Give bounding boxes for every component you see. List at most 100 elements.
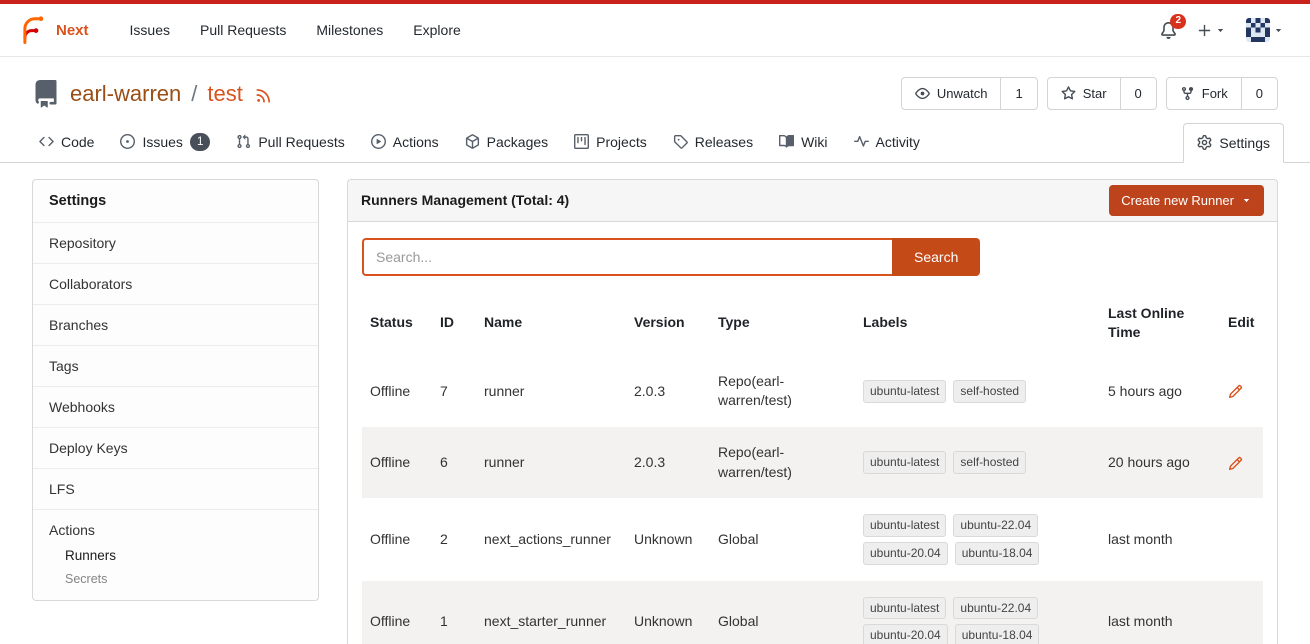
- runner-label-chip: ubuntu-22.04: [953, 514, 1038, 537]
- header-edit: Edit: [1220, 290, 1263, 356]
- sidebar-item-collaborators[interactable]: Collaborators: [33, 263, 318, 304]
- edit-runner-button[interactable]: [1228, 453, 1243, 473]
- tab-wiki[interactable]: Wiki: [766, 122, 840, 162]
- runner-version: 2.0.3: [626, 427, 710, 498]
- tab-activity-label: Activity: [876, 134, 920, 150]
- runner-label-chip: ubuntu-latest: [863, 451, 946, 474]
- tag-icon: [673, 134, 688, 149]
- rss-feed-button[interactable]: [255, 81, 273, 107]
- chevron-down-icon: [1273, 25, 1284, 36]
- runner-id: 7: [432, 356, 476, 427]
- user-menu-dropdown[interactable]: [1246, 18, 1284, 42]
- sidebar-item-tags[interactable]: Tags: [33, 345, 318, 386]
- nav-milestones-link[interactable]: Milestones: [301, 4, 398, 57]
- runners-table-body: Offline7runner2.0.3Repo(earl-warren/test…: [362, 356, 1263, 644]
- nav-pull-requests-link[interactable]: Pull Requests: [185, 4, 301, 57]
- tab-packages[interactable]: Packages: [452, 122, 561, 162]
- sidebar-item-runners[interactable]: Runners: [65, 548, 302, 563]
- tab-releases[interactable]: Releases: [660, 122, 766, 162]
- search-button[interactable]: Search: [892, 238, 980, 276]
- runner-label-chip: ubuntu-18.04: [955, 624, 1040, 644]
- sidebar-item-deploy-keys[interactable]: Deploy Keys: [33, 427, 318, 468]
- runner-id: 2: [432, 498, 476, 581]
- rss-icon: [255, 86, 273, 104]
- create-new-dropdown[interactable]: [1197, 23, 1226, 38]
- git-pull-request-icon: [236, 134, 251, 149]
- tab-actions[interactable]: Actions: [358, 122, 452, 162]
- watchers-count[interactable]: 1: [1000, 78, 1036, 109]
- tab-projects-label: Projects: [596, 134, 647, 150]
- runner-edit-cell: [1220, 427, 1263, 498]
- sidebar-item-branches[interactable]: Branches: [33, 304, 318, 345]
- runner-name: next_starter_runner: [476, 581, 626, 644]
- star-button-group: Star 0: [1047, 77, 1157, 110]
- tab-issues[interactable]: Issues 1: [107, 122, 223, 162]
- runner-label-chip: ubuntu-latest: [863, 380, 946, 403]
- runners-panel: Runners Management (Total: 4) Create new…: [347, 179, 1278, 644]
- runners-panel-body: Search Status ID Name Version Type Label…: [347, 222, 1278, 644]
- runner-labels-cell: ubuntu-latest self-hosted: [855, 427, 1100, 498]
- sidebar-item-secrets[interactable]: Secrets: [65, 572, 302, 586]
- runner-labels-cell: ubuntu-latestubuntu-22.04ubuntu-20.04ubu…: [855, 581, 1100, 644]
- chevron-down-icon: [1241, 195, 1252, 206]
- plus-icon: [1197, 23, 1212, 38]
- unwatch-button[interactable]: Unwatch: [902, 78, 1001, 109]
- repo-action-buttons: Unwatch 1 Star 0 Fork 0: [901, 77, 1278, 110]
- pencil-icon: [1228, 456, 1243, 471]
- runner-name: runner: [476, 427, 626, 498]
- runner-label-chip: self-hosted: [953, 451, 1026, 474]
- header-name: Name: [476, 290, 626, 356]
- fork-icon: [1180, 86, 1195, 101]
- sidebar-item-webhooks[interactable]: Webhooks: [33, 386, 318, 427]
- user-avatar: [1246, 18, 1270, 42]
- sidebar-item-lfs[interactable]: LFS: [33, 468, 318, 509]
- runner-edit-cell: [1220, 498, 1263, 581]
- runner-row: Offline6runner2.0.3Repo(earl-warren/test…: [362, 427, 1263, 498]
- runner-labels-list: ubuntu-latest self-hosted: [863, 451, 1081, 474]
- tab-settings[interactable]: Settings: [1183, 123, 1284, 163]
- edit-runner-button[interactable]: [1228, 382, 1243, 402]
- repo-owner-link[interactable]: earl-warren: [70, 81, 181, 107]
- runner-status: Offline: [362, 427, 432, 498]
- runner-labels-cell: ubuntu-latestself-hosted: [855, 356, 1100, 427]
- runners-panel-header: Runners Management (Total: 4) Create new…: [347, 179, 1278, 222]
- tab-pull-requests[interactable]: Pull Requests: [223, 122, 357, 162]
- star-button[interactable]: Star: [1048, 78, 1120, 109]
- gear-icon: [1197, 135, 1212, 150]
- nav-explore-link[interactable]: Explore: [398, 4, 475, 57]
- repo-name-link[interactable]: test: [207, 81, 242, 107]
- create-new-runner-button[interactable]: Create new Runner: [1109, 185, 1264, 216]
- play-circle-icon: [371, 134, 386, 149]
- tab-activity[interactable]: Activity: [841, 122, 933, 162]
- pencil-icon: [1228, 384, 1243, 399]
- notifications-button[interactable]: 2: [1160, 21, 1177, 39]
- runner-type: Global: [710, 498, 855, 581]
- tab-code[interactable]: Code: [26, 122, 107, 162]
- stars-count[interactable]: 0: [1120, 78, 1156, 109]
- tab-issues-label: Issues: [142, 134, 182, 150]
- forks-count[interactable]: 0: [1241, 78, 1277, 109]
- runner-labels-cell: ubuntu-latestubuntu-22.04ubuntu-20.04ubu…: [855, 498, 1100, 581]
- repo-path-separator: /: [191, 81, 197, 107]
- sidebar-item-actions[interactable]: Actions: [49, 522, 302, 538]
- tab-projects[interactable]: Projects: [561, 122, 660, 162]
- runner-label-chip: ubuntu-latest: [863, 514, 946, 537]
- header-labels: Labels: [855, 290, 1100, 356]
- fork-button[interactable]: Fork: [1167, 78, 1241, 109]
- runner-row: Offline7runner2.0.3Repo(earl-warren/test…: [362, 356, 1263, 427]
- eye-icon: [915, 86, 930, 101]
- repo-icon: [32, 80, 60, 108]
- runner-labels-list: ubuntu-latestubuntu-22.04ubuntu-20.04ubu…: [863, 597, 1081, 644]
- repo-tab-bar: Code Issues 1 Pull Requests Actions Pack…: [0, 122, 1310, 163]
- search-input[interactable]: [362, 238, 892, 276]
- chevron-down-icon: [1215, 25, 1226, 36]
- tab-packages-label: Packages: [487, 134, 548, 150]
- unwatch-label: Unwatch: [937, 86, 988, 101]
- sidebar-item-repository[interactable]: Repository: [33, 222, 318, 263]
- runners-table: Status ID Name Version Type Labels Last …: [362, 290, 1263, 644]
- runner-status: Offline: [362, 356, 432, 427]
- runner-edit-cell: [1220, 581, 1263, 644]
- code-icon: [39, 134, 54, 149]
- nav-issues-link[interactable]: Issues: [115, 4, 185, 57]
- home-link[interactable]: Next: [18, 15, 89, 45]
